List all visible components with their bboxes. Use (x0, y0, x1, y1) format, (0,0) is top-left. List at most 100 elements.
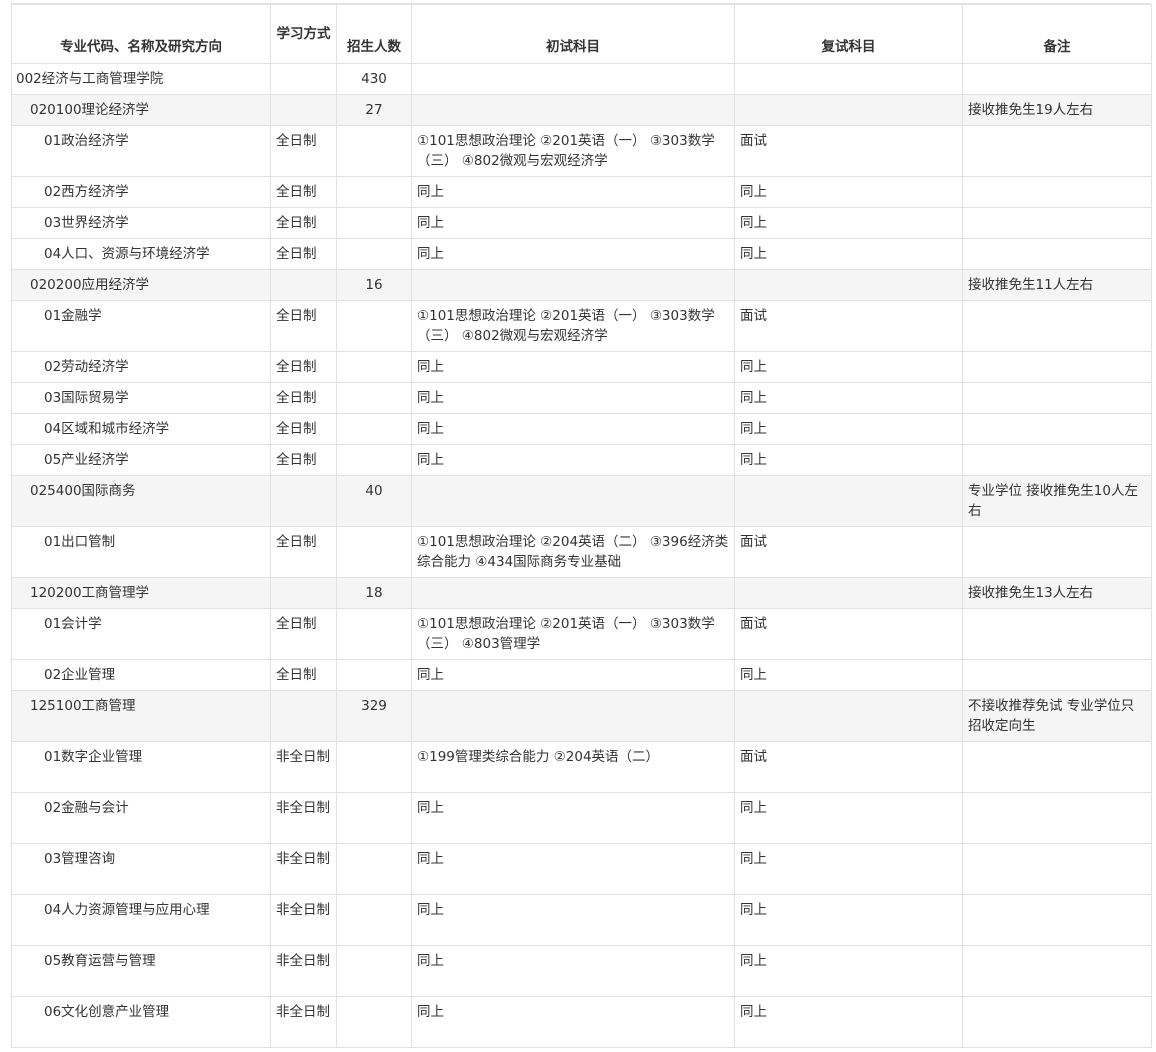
major-cell: 03国际贸易学 (11, 382, 271, 414)
quota-cell (336, 526, 412, 578)
retest-subjects-cell: 面试 (734, 300, 963, 352)
mode-cell: 非全日制 (270, 996, 337, 1048)
major-cell: 04人口、资源与环境经济学 (11, 238, 271, 270)
note-cell (962, 207, 1152, 239)
initial-subjects-cell: 同上 (411, 176, 735, 208)
retest-subjects-cell (734, 269, 963, 301)
major-cell: 120200工商管理学 (11, 577, 271, 609)
retest-subjects-cell: 同上 (734, 894, 963, 946)
table-row: 002经济与工商管理学院 430 (11, 63, 1152, 95)
major-cell: 01金融学 (11, 300, 271, 352)
header-retest: 复试科目 (734, 4, 963, 64)
initial-subjects-cell: 同上 (411, 351, 735, 383)
initial-subjects-cell: 同上 (411, 659, 735, 691)
note-cell: 专业学位 接收推免生10人左右 (962, 475, 1152, 527)
major-cell: 06文化创意产业管理 (11, 996, 271, 1048)
mode-cell: 非全日制 (270, 792, 337, 844)
mode-cell: 全日制 (270, 526, 337, 578)
admissions-table: 专业代码、名称及研究方向 学习方式 招生人数 初试科目 复试科目 备注 002经… (11, 4, 1152, 1048)
table-row: 02西方经济学 全日制 同上 同上 (11, 176, 1152, 208)
major-cell: 01出口管制 (11, 526, 271, 578)
retest-subjects-cell (734, 63, 963, 95)
quota-cell (336, 176, 412, 208)
initial-subjects-cell: 同上 (411, 207, 735, 239)
quota-cell (336, 351, 412, 383)
retest-subjects-cell: 同上 (734, 843, 963, 895)
mode-cell: 全日制 (270, 176, 337, 208)
major-cell: 01会计学 (11, 608, 271, 660)
mode-cell: 非全日制 (270, 741, 337, 793)
mode-cell: 全日制 (270, 238, 337, 270)
table-row: 01会计学 全日制 ①101思想政治理论 ②201英语（一） ③303数学（三） ④… (11, 608, 1152, 660)
table-row: 120200工商管理学 18 接收推免生13人左右 (11, 577, 1152, 609)
admissions-table-container: 专业代码、名称及研究方向 学习方式 招生人数 初试科目 复试科目 备注 002经… (11, 4, 1152, 1048)
note-cell (962, 63, 1152, 95)
table-row: 020100理论经济学 27 接收推免生19人左右 (11, 94, 1152, 126)
retest-subjects-cell: 同上 (734, 996, 963, 1048)
major-cell: 002经济与工商管理学院 (11, 63, 271, 95)
initial-subjects-cell (411, 63, 735, 95)
quota-cell (336, 608, 412, 660)
initial-subjects-cell: 同上 (411, 382, 735, 414)
header-mode: 学习方式 (270, 4, 337, 64)
retest-subjects-cell (734, 690, 963, 742)
quota-cell (336, 382, 412, 414)
major-cell: 04区域和城市经济学 (11, 413, 271, 445)
quota-cell (336, 300, 412, 352)
retest-subjects-cell: 面试 (734, 526, 963, 578)
mode-cell: 全日制 (270, 125, 337, 177)
note-cell: 接收推免生13人左右 (962, 577, 1152, 609)
table-body: 002经济与工商管理学院 430 020100理论经济学 27 接收推免生19人左右 01… (11, 63, 1152, 1048)
header-initial: 初试科目 (411, 4, 735, 64)
header-quota: 招生人数 (336, 4, 412, 64)
mode-cell: 全日制 (270, 351, 337, 383)
note-cell (962, 659, 1152, 691)
header-major: 专业代码、名称及研究方向 (11, 4, 271, 64)
mode-cell (270, 63, 337, 95)
major-cell: 02西方经济学 (11, 176, 271, 208)
table-row: 025400国际商务 40 专业学位 接收推免生10人左右 (11, 475, 1152, 527)
retest-subjects-cell: 同上 (734, 351, 963, 383)
major-cell: 025400国际商务 (11, 475, 271, 527)
initial-subjects-cell (411, 269, 735, 301)
note-cell (962, 413, 1152, 445)
major-cell: 04人力资源管理与应用心理 (11, 894, 271, 946)
mode-cell (270, 577, 337, 609)
quota-cell (336, 444, 412, 476)
retest-subjects-cell (734, 577, 963, 609)
initial-subjects-cell: ①101思想政治理论 ②201英语（一） ③303数学（三） ④803管理学 (411, 608, 735, 660)
quota-cell (336, 238, 412, 270)
mode-cell (270, 94, 337, 126)
note-cell (962, 176, 1152, 208)
retest-subjects-cell: 同上 (734, 792, 963, 844)
initial-subjects-cell (411, 94, 735, 126)
quota-cell: 430 (336, 63, 412, 95)
note-cell (962, 608, 1152, 660)
mode-cell (270, 475, 337, 527)
quota-cell (336, 996, 412, 1048)
mode-cell: 非全日制 (270, 894, 337, 946)
initial-subjects-cell: 同上 (411, 945, 735, 997)
table-row: 04区域和城市经济学 全日制 同上 同上 (11, 413, 1152, 445)
initial-subjects-cell (411, 577, 735, 609)
retest-subjects-cell: 同上 (734, 207, 963, 239)
table-row: 03世界经济学 全日制 同上 同上 (11, 207, 1152, 239)
quota-cell: 18 (336, 577, 412, 609)
initial-subjects-cell (411, 475, 735, 527)
initial-subjects-cell: ①101思想政治理论 ②201英语（一） ③303数学（三） ④802微观与宏观… (411, 125, 735, 177)
table-row: 04人力资源管理与应用心理 非全日制 同上 同上 (11, 894, 1152, 946)
quota-cell (336, 659, 412, 691)
note-cell (962, 444, 1152, 476)
retest-subjects-cell (734, 475, 963, 527)
table-row: 05教育运营与管理 非全日制 同上 同上 (11, 945, 1152, 997)
retest-subjects-cell: 同上 (734, 238, 963, 270)
major-cell: 125100工商管理 (11, 690, 271, 742)
major-cell: 03世界经济学 (11, 207, 271, 239)
initial-subjects-cell: 同上 (411, 843, 735, 895)
table-row: 02金融与会计 非全日制 同上 同上 (11, 792, 1152, 844)
header-note: 备注 (962, 4, 1152, 64)
note-cell (962, 526, 1152, 578)
initial-subjects-cell: 同上 (411, 413, 735, 445)
note-cell (962, 843, 1152, 895)
table-row: 01数字企业管理 非全日制 ①199管理类综合能力 ②204英语（二） 面试 (11, 741, 1152, 793)
